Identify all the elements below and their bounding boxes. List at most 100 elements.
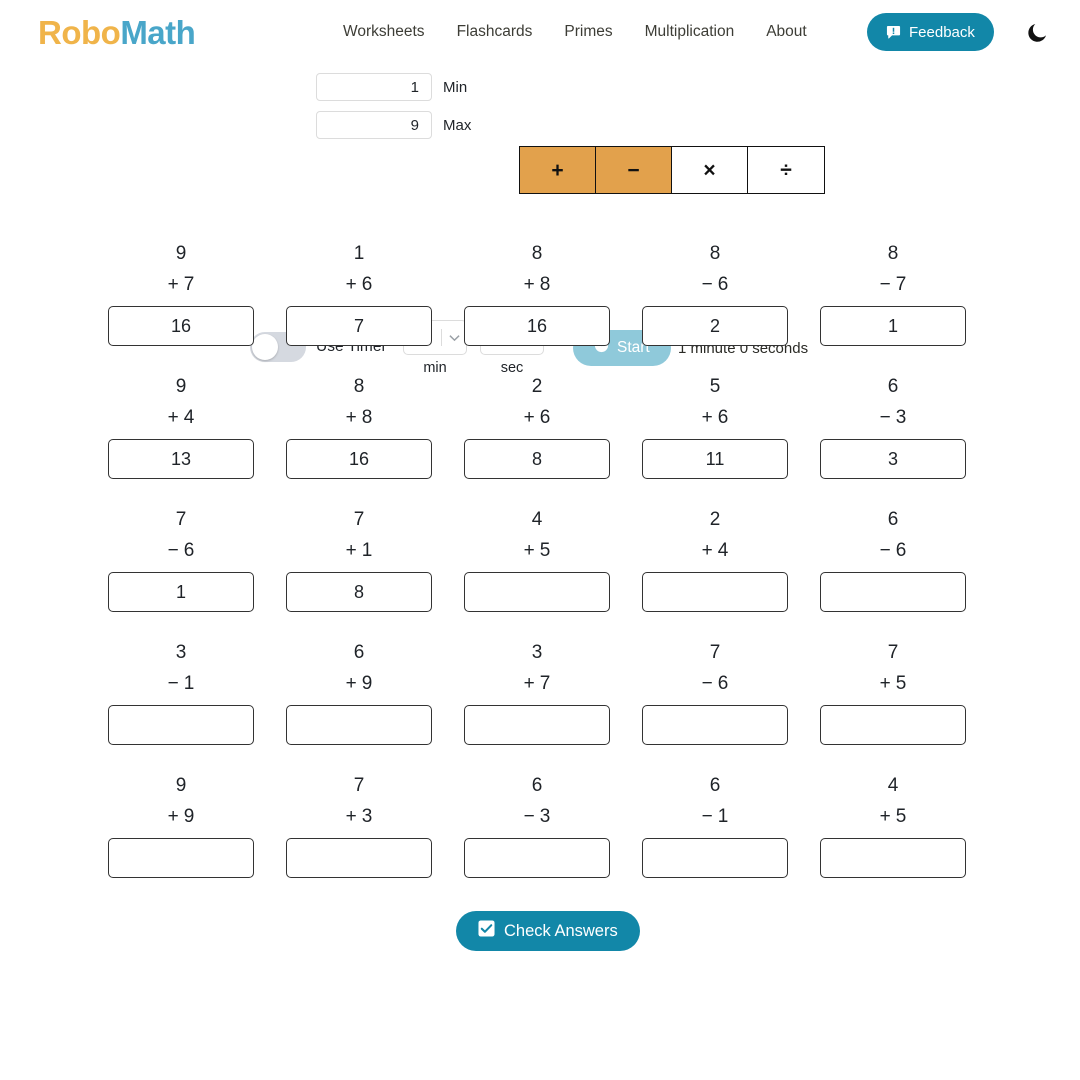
- operand-top: 6: [887, 375, 899, 397]
- operand-bottom: 5: [539, 539, 551, 561]
- moon-icon: [1025, 24, 1049, 48]
- answer-input[interactable]: [108, 705, 254, 745]
- problem-cell: 7 + 1: [286, 509, 432, 612]
- feedback-button[interactable]: Feedback: [867, 13, 994, 51]
- operand-bottom-line: − 1: [168, 673, 195, 693]
- operator-symbol: +: [345, 805, 357, 827]
- operator-symbol: +: [167, 273, 179, 295]
- answer-input[interactable]: [642, 306, 788, 346]
- problem-cell: 8 − 7: [820, 243, 966, 346]
- answer-input[interactable]: [286, 439, 432, 479]
- problem-cell: 6 − 1: [642, 775, 788, 878]
- operator-symbol: −: [701, 273, 713, 295]
- operator-symbol: +: [701, 406, 713, 428]
- operand-bottom-line: − 1: [702, 806, 729, 826]
- answer-input[interactable]: [108, 439, 254, 479]
- answer-input[interactable]: [642, 838, 788, 878]
- operand-bottom: 9: [183, 805, 195, 827]
- logo-text-robo: Robo: [38, 13, 121, 51]
- nav-item-flashcards[interactable]: Flashcards: [457, 23, 533, 41]
- answer-input[interactable]: [108, 838, 254, 878]
- answer-input[interactable]: [286, 306, 432, 346]
- operand-bottom-line: − 6: [168, 540, 195, 560]
- problem-cell: 3 + 7: [464, 642, 610, 745]
- nav-item-primes[interactable]: Primes: [564, 23, 612, 41]
- problem-cell: 3 − 1: [108, 642, 254, 745]
- operator-symbol: +: [345, 406, 357, 428]
- operand-bottom: 4: [717, 539, 729, 561]
- operand-bottom-line: + 7: [524, 673, 551, 693]
- answer-input[interactable]: [642, 705, 788, 745]
- max-input[interactable]: [316, 111, 432, 139]
- problem-cell: 1 + 6: [286, 243, 432, 346]
- answer-input[interactable]: [820, 572, 966, 612]
- operator-symbol: +: [523, 539, 535, 561]
- checkbox-checked-icon: [478, 920, 495, 942]
- operand-bottom-line: + 9: [346, 673, 373, 693]
- dark-mode-toggle[interactable]: [1024, 20, 1050, 46]
- operand-bottom: 6: [717, 273, 729, 295]
- operator-symbol: −: [879, 406, 891, 428]
- max-label: Max: [443, 116, 472, 134]
- problem-cell: 9 + 9: [108, 775, 254, 878]
- problem-row: 9 + 4 8 + 8 2 + 6 5 +: [108, 376, 972, 479]
- problem-cell: 7 + 5: [820, 642, 966, 745]
- operand-bottom-line: + 6: [346, 274, 373, 294]
- operator-symbol: +: [879, 672, 891, 694]
- operand-bottom: 1: [361, 539, 373, 561]
- operand-top: 8: [531, 242, 543, 264]
- answer-input[interactable]: [464, 439, 610, 479]
- min-row: Min: [316, 73, 471, 101]
- answer-input[interactable]: [642, 439, 788, 479]
- operand-bottom-line: − 6: [702, 274, 729, 294]
- answer-input[interactable]: [820, 306, 966, 346]
- check-answers-button[interactable]: Check Answers: [456, 911, 640, 951]
- operand-bottom: 6: [895, 539, 907, 561]
- operand-bottom: 7: [539, 672, 551, 694]
- logo-text-math: Math: [120, 13, 196, 51]
- problem-cell: 4 + 5: [820, 775, 966, 878]
- operand-top: 7: [353, 774, 365, 796]
- nav-item-worksheets[interactable]: Worksheets: [343, 23, 425, 41]
- site-logo[interactable]: RoboMath: [38, 13, 196, 51]
- site-header: RoboMath Worksheets Flashcards Primes Mu…: [0, 0, 1080, 64]
- problem-cell: 6 + 9: [286, 642, 432, 745]
- operand-top: 7: [709, 641, 721, 663]
- operand-top: 8: [353, 375, 365, 397]
- answer-input[interactable]: [820, 838, 966, 878]
- answer-input[interactable]: [464, 705, 610, 745]
- operand-top: 5: [709, 375, 721, 397]
- min-input[interactable]: [316, 73, 432, 101]
- operand-bottom-line: − 3: [880, 407, 907, 427]
- operand-bottom-line: + 5: [880, 673, 907, 693]
- answer-input[interactable]: [820, 439, 966, 479]
- answer-input[interactable]: [108, 306, 254, 346]
- problem-cell: 9 + 4: [108, 376, 254, 479]
- problem-cell: 9 + 7: [108, 243, 254, 346]
- answer-input[interactable]: [286, 572, 432, 612]
- answer-input[interactable]: [642, 572, 788, 612]
- operand-bottom-line: + 3: [346, 806, 373, 826]
- problem-cell: 8 + 8: [464, 243, 610, 346]
- operator-symbol: −: [523, 805, 535, 827]
- operand-bottom: 5: [895, 805, 907, 827]
- problem-cell: 2 + 4: [642, 509, 788, 612]
- answer-input[interactable]: [464, 306, 610, 346]
- operator-symbol: −: [167, 672, 179, 694]
- operand-bottom-line: + 6: [524, 407, 551, 427]
- answer-input[interactable]: [108, 572, 254, 612]
- nav-item-about[interactable]: About: [766, 23, 807, 41]
- answer-input[interactable]: [286, 838, 432, 878]
- nav-item-multiplication[interactable]: Multiplication: [645, 23, 735, 41]
- operand-bottom-line: + 8: [524, 274, 551, 294]
- answer-input[interactable]: [464, 572, 610, 612]
- timer-controls: Use Timer 1 min 0 sec: [0, 156, 1080, 376]
- operand-top: 2: [709, 508, 721, 530]
- comment-alert-icon: [886, 25, 901, 40]
- operand-bottom-line: + 6: [702, 407, 729, 427]
- operand-bottom: 6: [717, 672, 729, 694]
- answer-input[interactable]: [464, 838, 610, 878]
- operand-bottom: 5: [895, 672, 907, 694]
- answer-input[interactable]: [286, 705, 432, 745]
- answer-input[interactable]: [820, 705, 966, 745]
